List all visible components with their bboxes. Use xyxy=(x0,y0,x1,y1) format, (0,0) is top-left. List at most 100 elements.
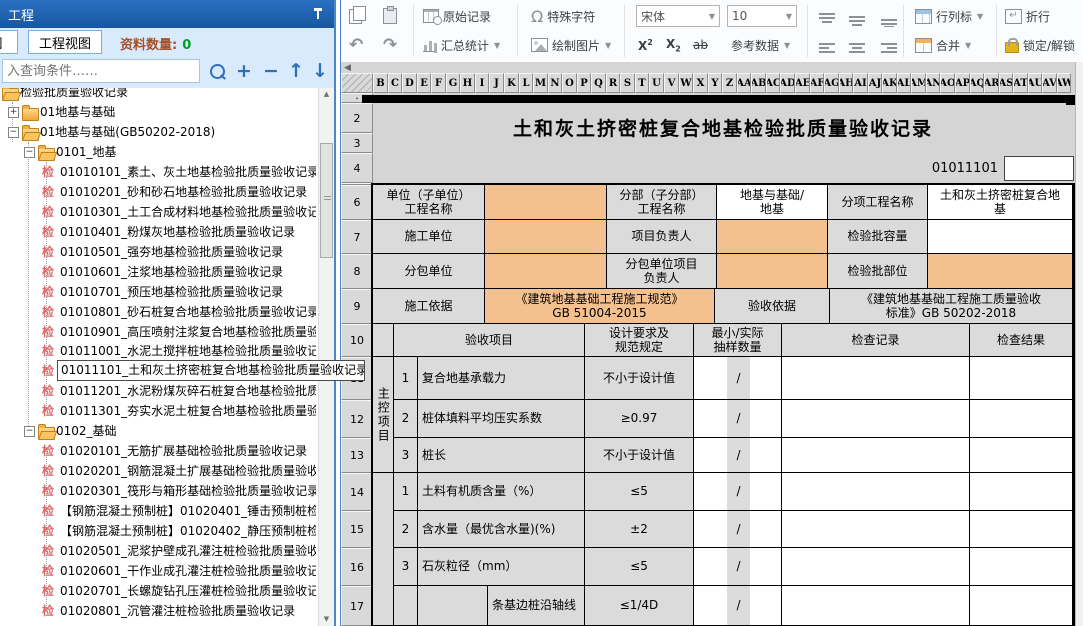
form-cell[interactable]: ±2 xyxy=(585,511,694,548)
column-header[interactable]: W xyxy=(679,73,693,93)
column-header[interactable]: AE xyxy=(795,73,810,93)
group-label-main-control[interactable]: 主控项目 xyxy=(373,357,394,473)
column-header[interactable]: L xyxy=(519,73,533,93)
form-cell[interactable]: / xyxy=(694,400,782,438)
column-header[interactable]: AH xyxy=(839,73,853,93)
form-cell[interactable] xyxy=(928,220,1073,254)
form-cell[interactable]: / xyxy=(694,511,782,548)
column-header[interactable]: AK xyxy=(882,73,897,93)
form-cell[interactable]: 检验批部位 xyxy=(828,254,928,289)
superscript-button[interactable]: X2 xyxy=(638,33,653,57)
column-header[interactable]: V xyxy=(664,73,679,93)
form-cell[interactable]: 设计要求及 规范规定 xyxy=(585,324,694,357)
draw-picture-button[interactable]: 绘制图片▼ xyxy=(531,33,611,57)
scrollbar-thumb[interactable] xyxy=(320,143,333,258)
tree-item[interactable]: 01020601_干作业成孔灌注桩检验批质量验收记录 xyxy=(60,562,316,580)
panel-splitter[interactable] xyxy=(334,0,341,626)
check-result-cell[interactable] xyxy=(970,548,1073,586)
form-cell[interactable]: ≥0.97 xyxy=(585,400,694,438)
special-chars-button[interactable]: Ω 特殊字符 xyxy=(531,4,595,28)
row-header[interactable]: 6 xyxy=(341,185,373,220)
font-name-select[interactable]: 宋体▼ xyxy=(636,5,720,27)
column-header[interactable]: Y xyxy=(708,73,722,93)
form-cell[interactable]: 施工依据 xyxy=(373,289,485,324)
check-result-cell[interactable] xyxy=(970,473,1073,511)
merge-button[interactable]: 合并▼ xyxy=(915,33,971,57)
form-cell[interactable]: / xyxy=(694,586,782,626)
form-cell[interactable]: 《建筑地基基础工程施工质量验收 标准》GB 50202-2018 xyxy=(830,289,1073,324)
tree-item[interactable]: 01020201_钢筋混凝土扩展基础检验批质量验收记录 xyxy=(60,462,316,480)
column-header[interactable]: AN xyxy=(926,73,940,93)
column-header[interactable]: I xyxy=(475,73,489,93)
tree-item[interactable]: 01010401_粉煤灰地基检验批质量验收记录 xyxy=(60,223,316,241)
column-header[interactable]: AQ xyxy=(970,73,984,93)
form-cell[interactable]: 桩长 xyxy=(418,438,585,473)
form-cell[interactable]: 最小/实际 抽样数量 xyxy=(694,324,782,357)
column-header[interactable]: AV xyxy=(1042,73,1057,93)
form-cell[interactable]: 3 xyxy=(394,438,418,473)
subscript-button[interactable]: X2 xyxy=(666,33,681,57)
column-header[interactable]: J xyxy=(489,73,504,93)
column-header[interactable]: AJ xyxy=(868,73,882,93)
add-icon[interactable]: + xyxy=(232,58,256,84)
form-cell[interactable] xyxy=(394,586,418,626)
tree-toggle-minus[interactable]: − xyxy=(24,426,35,437)
check-record-cell[interactable] xyxy=(782,548,970,586)
undo-button[interactable]: ↶ xyxy=(349,33,363,57)
strikethrough-button[interactable]: ab xyxy=(693,33,708,57)
check-result-cell[interactable] xyxy=(970,400,1073,438)
row-header[interactable]: 9 xyxy=(341,289,373,324)
check-result-cell[interactable] xyxy=(970,438,1073,473)
column-header[interactable]: S xyxy=(620,73,635,93)
column-header[interactable]: AA xyxy=(737,73,751,93)
tree-item[interactable]: 01010501_强夯地基检验批质量验收记录 xyxy=(60,243,316,261)
form-cell[interactable]: 石灰粒径（mm） xyxy=(418,548,585,586)
check-record-cell[interactable] xyxy=(782,473,970,511)
form-cell[interactable]: 土料有机质含量（%） xyxy=(418,473,585,511)
form-cell[interactable]: 《建筑地基基础工程施工规范》 GB 51004-2015 xyxy=(485,289,715,324)
form-cell[interactable] xyxy=(485,185,607,220)
form-cell[interactable]: 条基边桩沿轴线 xyxy=(488,586,585,626)
column-header[interactable]: AL xyxy=(897,73,911,93)
tree-item[interactable]: 01地基与基础 xyxy=(40,103,316,121)
column-header[interactable]: M xyxy=(533,73,548,93)
form-cell[interactable]: 地基与基础/ 地基 xyxy=(717,185,828,220)
check-record-cell[interactable] xyxy=(782,586,970,626)
row-header[interactable]: 4 xyxy=(341,153,373,183)
lock-unlock-button[interactable]: 锁定/解锁 xyxy=(1005,33,1075,57)
column-header[interactable]: Z xyxy=(722,73,737,93)
form-cell[interactable] xyxy=(485,254,607,289)
tab-cut-view[interactable]: 图 xyxy=(0,30,18,54)
column-header[interactable]: AS xyxy=(999,73,1013,93)
form-cell[interactable]: 检验批容量 xyxy=(828,220,928,254)
column-header[interactable]: F xyxy=(431,73,446,93)
column-header[interactable]: AO xyxy=(940,73,955,93)
column-header[interactable]: AT xyxy=(1013,73,1028,93)
tree-item[interactable]: 01011301_夯实水泥土桩复合地基检验批质量验收记录 xyxy=(60,402,316,420)
row-header[interactable]: 16 xyxy=(341,548,373,586)
form-cell[interactable]: 1 xyxy=(394,357,418,400)
move-up-icon[interactable]: ↑ xyxy=(284,58,308,84)
column-header[interactable]: AD xyxy=(780,73,795,93)
row-header[interactable]: 8 xyxy=(341,254,373,289)
row-header[interactable]: 12 xyxy=(341,400,373,438)
form-cell[interactable]: 验收项目 xyxy=(394,324,585,357)
check-result-cell[interactable] xyxy=(970,357,1073,400)
pin-icon[interactable] xyxy=(313,8,323,20)
align-left-button[interactable] xyxy=(819,37,835,61)
column-header[interactable]: AR xyxy=(984,73,999,93)
redo-button[interactable]: ↷ xyxy=(383,33,397,57)
tree-item[interactable]: 01010901_高压喷射注浆复合地基检验批质量验收记录 xyxy=(60,323,316,341)
form-cell[interactable]: / xyxy=(694,473,782,511)
form-cell[interactable]: / xyxy=(694,548,782,586)
search-icon[interactable] xyxy=(205,58,229,84)
tree-item[interactable]: 01010101_素土、灰土地基检验批质量验收记录 xyxy=(60,163,316,181)
column-header[interactable]: E xyxy=(417,73,431,93)
check-result-cell[interactable] xyxy=(970,511,1073,548)
check-record-cell[interactable] xyxy=(782,438,970,473)
form-cell[interactable]: 施工单位 xyxy=(373,220,485,254)
column-header[interactable]: AI xyxy=(853,73,868,93)
form-cell[interactable]: / xyxy=(694,438,782,473)
check-result-cell[interactable] xyxy=(970,586,1073,626)
row-header[interactable]: 13 xyxy=(341,438,373,473)
